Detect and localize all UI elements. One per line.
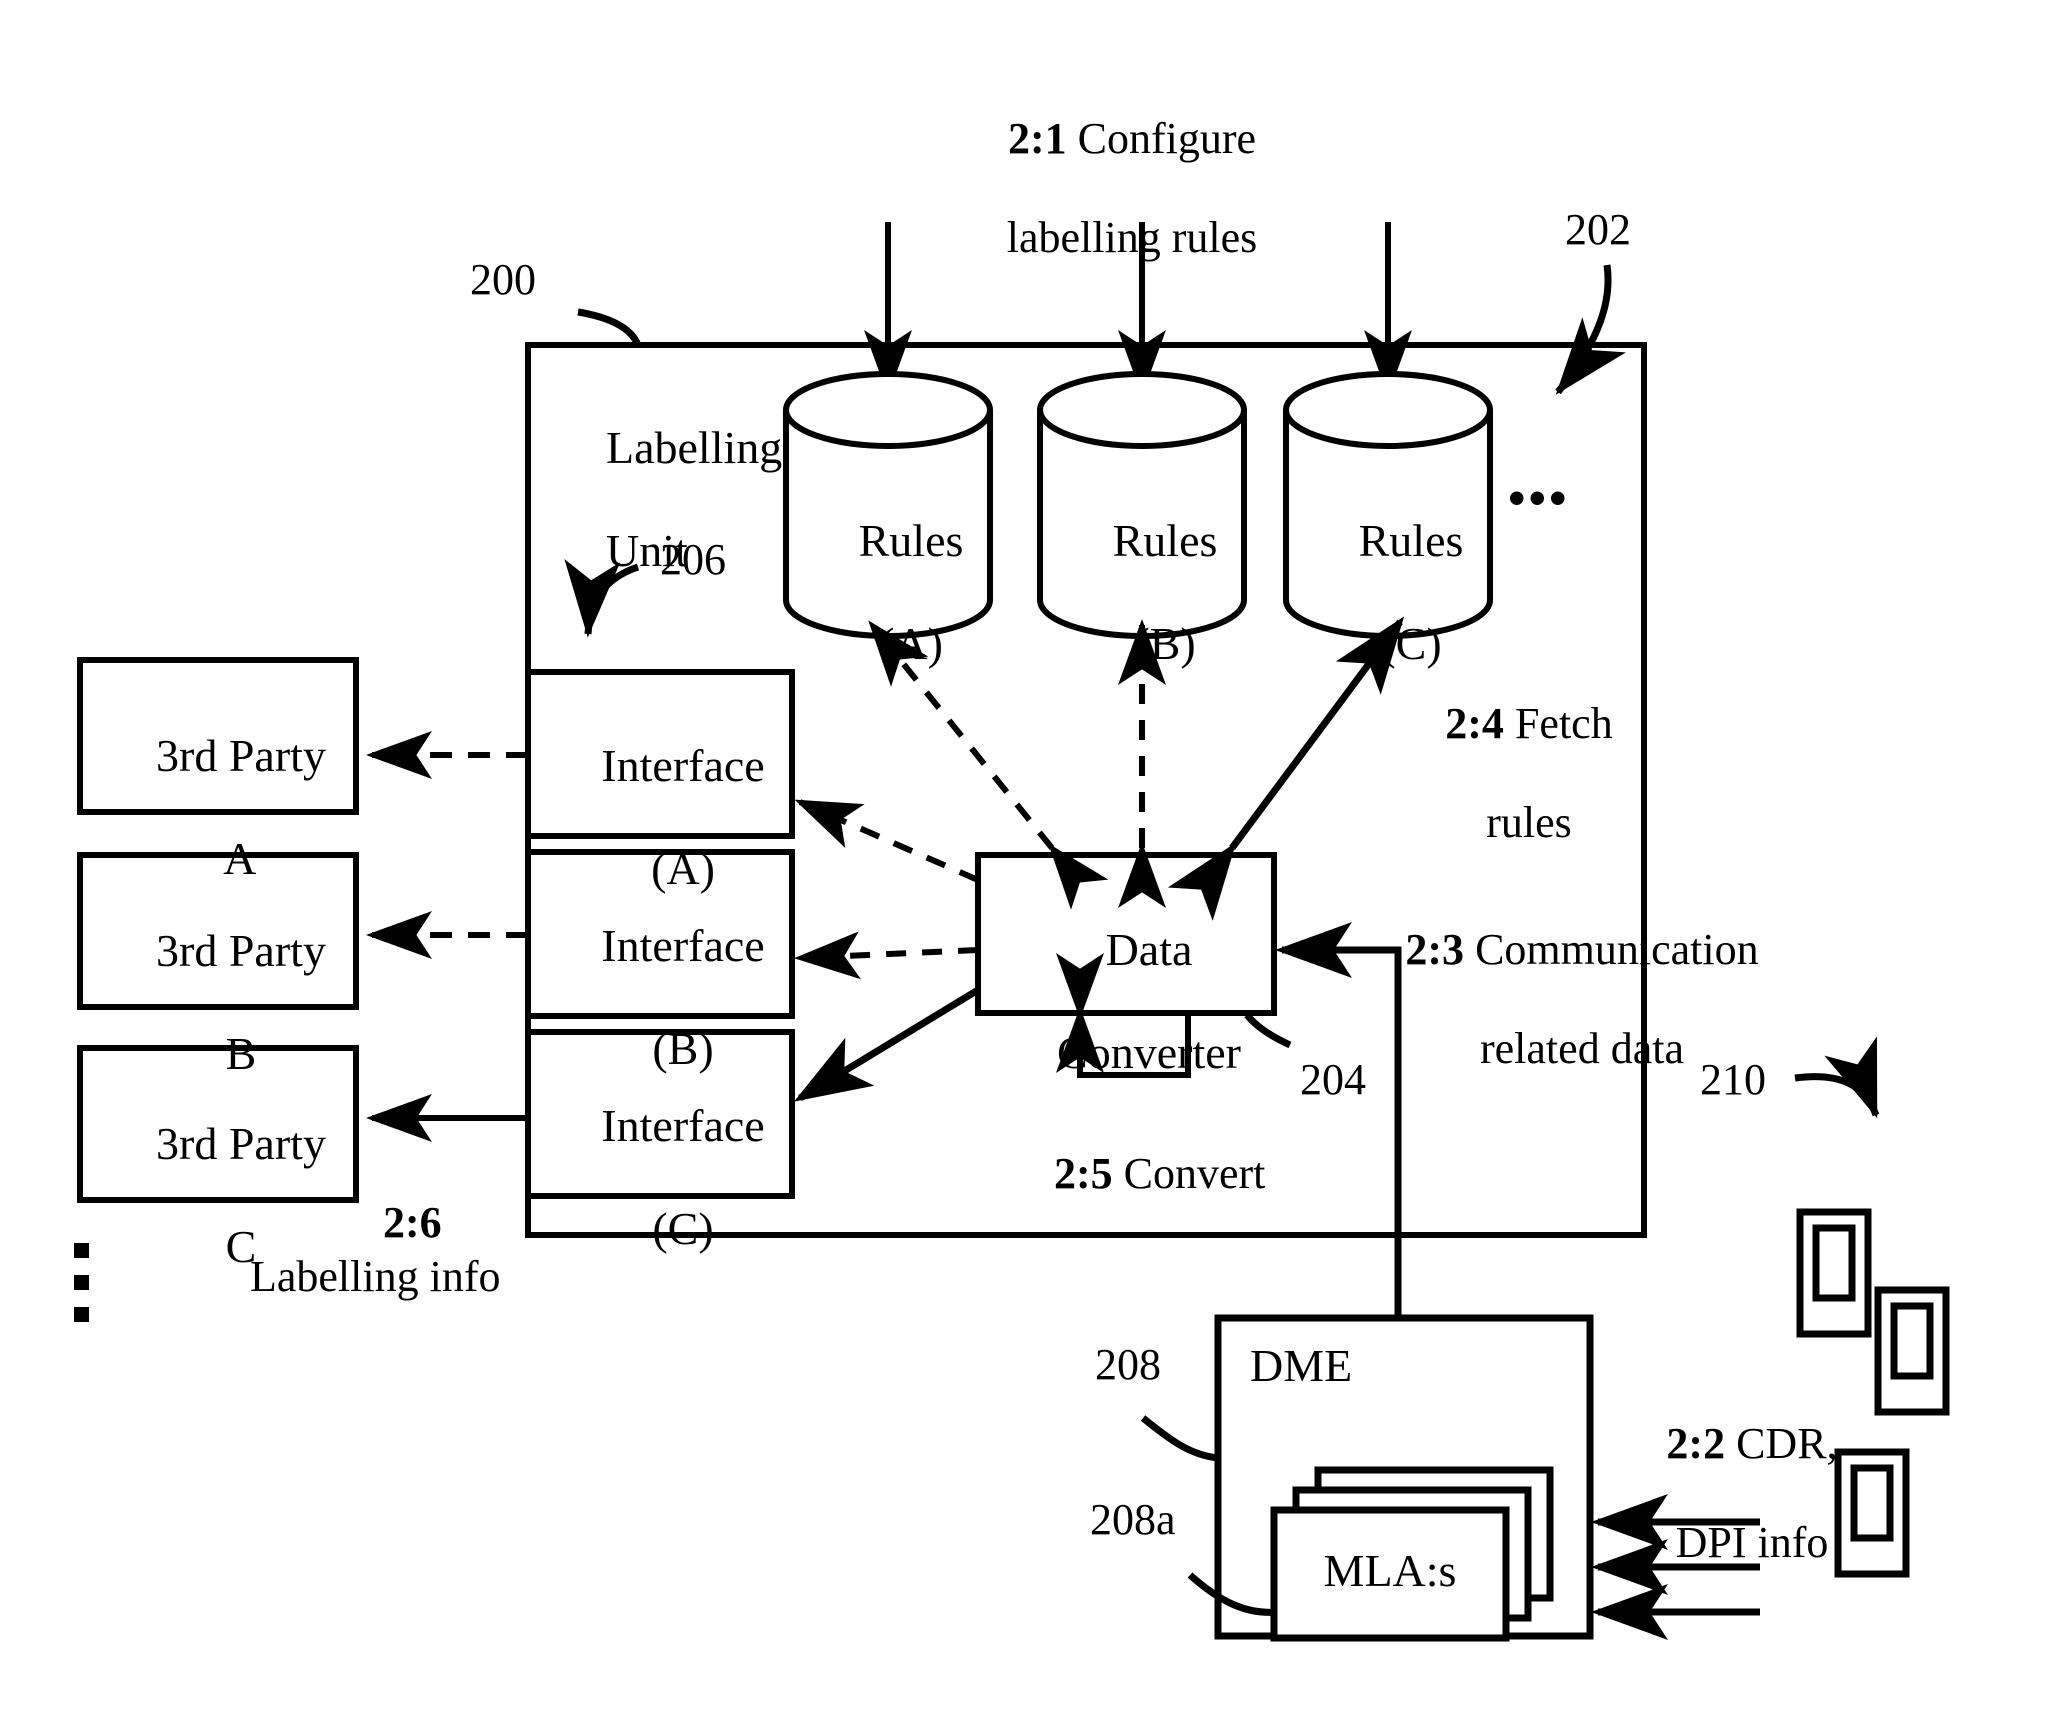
step-2-3-number: 2:3 xyxy=(1405,925,1465,975)
third-party-a-line1: 3rd Party xyxy=(156,729,326,781)
ref-208-leader xyxy=(1140,1415,1219,1462)
labelling-unit-title-line1: Labelling xyxy=(606,421,783,473)
data-converter-to-interface-c-arrow xyxy=(794,987,980,1102)
step-2-5-text: Convert xyxy=(1123,1149,1266,1199)
step-2-1-label: 2:1 Configure labelling rules xyxy=(905,65,1315,311)
step-2-4-number: 2:4 xyxy=(1445,699,1504,749)
ref-208-label: 208 xyxy=(1095,1340,1161,1389)
rules-a-line2: (A) xyxy=(879,617,943,669)
ref-210-label: 210 xyxy=(1700,1055,1766,1104)
rules-b-label: Rules (B) xyxy=(1042,463,1242,721)
step-2-5-label: 2:5 Convert xyxy=(1010,1100,1265,1248)
mobile-device-icon-2 xyxy=(1874,1286,1950,1416)
step-2-6-number: 2:6 xyxy=(383,1198,442,1247)
step-2-4-text-line1: Fetch xyxy=(1514,699,1613,749)
step-2-5-number: 2:5 xyxy=(1054,1149,1113,1199)
data-converter-line2: Converter xyxy=(1057,1026,1241,1078)
step-2-1-number: 2:1 xyxy=(1007,114,1067,164)
third-party-c-line1: 3rd Party xyxy=(156,1117,326,1169)
data-converter-to-interface-b-arrow xyxy=(794,931,979,980)
step-2-2-text-line2: DPI info xyxy=(1675,1517,1829,1567)
step-2-3-text-line2: related data xyxy=(1480,1023,1684,1073)
rules-ellipsis: ••• xyxy=(1508,470,1570,526)
data-converter-label: Data Converter xyxy=(978,872,1274,1130)
rules-a-line1: Rules xyxy=(858,514,964,566)
step-2-2-text-line1: CDR, xyxy=(1736,1419,1838,1469)
rules-b-line2: (B) xyxy=(1134,617,1196,669)
step-2-2-label: 2:2 CDR, DPI info xyxy=(1600,1370,1860,1616)
ref-206-label: 206 xyxy=(660,535,726,584)
step-2-3-text-line1: Communication xyxy=(1475,925,1759,975)
step-2-1-text-line2: labelling rules xyxy=(1006,212,1258,262)
labelling-unit-title: Labelling Unit xyxy=(560,370,782,628)
interface-a-line1: Interface xyxy=(601,739,765,791)
step-2-2-number: 2:2 xyxy=(1666,1419,1726,1469)
third-party-b-line1: 3rd Party xyxy=(156,924,326,976)
ref-202-leader xyxy=(1555,264,1626,395)
ref-200-label: 200 xyxy=(470,255,536,304)
rules-c-line1: Rules xyxy=(1358,514,1464,566)
step-2-1-text-line1: Configure xyxy=(1077,114,1257,164)
ref-202-label: 202 xyxy=(1565,205,1631,254)
ref-204-label: 204 xyxy=(1300,1055,1366,1104)
interface-b-line1: Interface xyxy=(601,919,765,971)
data-converter-to-interface-a-arrow xyxy=(794,799,980,883)
rules-b-line1: Rules xyxy=(1112,514,1218,566)
mlas-label: MLA:s xyxy=(1323,1545,1457,1596)
mobile-device-icon-1 xyxy=(1796,1208,1872,1338)
ref-208a-label: 208a xyxy=(1090,1495,1176,1544)
interface-c-label: Interface (C) xyxy=(528,1048,792,1306)
ref-210-leader xyxy=(1794,1036,1880,1119)
ref-208a-leader xyxy=(1187,1572,1279,1616)
interface-c-line1: Interface xyxy=(601,1099,765,1151)
step-2-4-text-line2: rules xyxy=(1486,797,1572,847)
rules-a-label: Rules (A) xyxy=(788,463,988,721)
ref-200-leader xyxy=(577,308,642,347)
step-2-6-text: Labelling info xyxy=(250,1252,501,1301)
interface-c-line2: (C) xyxy=(652,1202,714,1254)
dme-label: DME xyxy=(1250,1340,1353,1391)
step-2-4-label: 2:4 Fetch rules xyxy=(1382,650,1632,896)
data-converter-line1: Data xyxy=(1105,923,1193,975)
